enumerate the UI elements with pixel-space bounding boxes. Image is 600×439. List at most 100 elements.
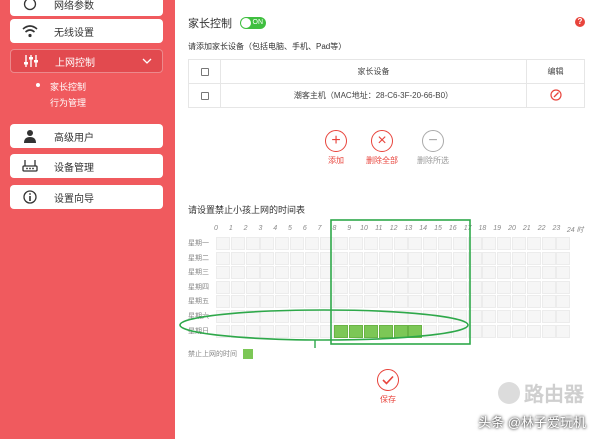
schedule-cell[interactable] [304,237,319,250]
parental-control-toggle[interactable]: ON [240,17,266,29]
schedule-cell[interactable] [216,324,230,338]
schedule-cell[interactable] [526,251,541,265]
schedule-cell[interactable] [467,266,482,280]
schedule-cell[interactable] [304,280,319,294]
schedule-cell[interactable] [216,295,230,309]
schedule-cell[interactable] [275,310,290,323]
schedule-cell[interactable] [497,237,512,250]
schedule-cell[interactable] [290,237,304,250]
schedule-cell[interactable] [452,295,467,309]
edit-icon[interactable] [549,88,562,101]
select-all-checkbox[interactable] [200,67,209,76]
schedule-cell[interactable] [275,295,290,309]
schedule-cell[interactable] [423,324,438,338]
schedule-cell[interactable] [245,266,260,280]
schedule-cell[interactable] [452,280,467,294]
schedule-cell[interactable] [408,237,423,250]
schedule-cell[interactable] [230,280,245,294]
schedule-cell[interactable] [482,295,497,309]
sidebar-item-advanced-user[interactable]: 高级用户 [10,124,163,148]
schedule-cell[interactable] [408,266,423,280]
schedule-cell[interactable] [541,237,556,250]
schedule-cell[interactable] [216,266,230,280]
schedule-cell-blocked[interactable] [334,324,349,338]
schedule-cell[interactable] [497,251,512,265]
schedule-cell[interactable] [245,251,260,265]
schedule-cell[interactable] [319,266,334,280]
schedule-cell[interactable] [349,310,364,323]
schedule-cell[interactable] [245,324,260,338]
schedule-cell[interactable] [556,310,571,323]
schedule-cell[interactable] [378,310,393,323]
schedule-cell[interactable] [512,295,526,309]
schedule-cell[interactable] [541,266,556,280]
schedule-cell[interactable] [304,251,319,265]
schedule-cell[interactable] [334,295,349,309]
schedule-cell[interactable] [438,237,452,250]
schedule-cell[interactable] [393,310,408,323]
schedule-cell[interactable] [260,280,275,294]
schedule-cell[interactable] [526,324,541,338]
schedule-cell[interactable] [467,237,482,250]
schedule-cell[interactable] [230,251,245,265]
schedule-cell[interactable] [378,295,393,309]
sidebar-item-internet-control[interactable]: 上网控制 [10,49,163,73]
schedule-cell[interactable] [230,310,245,323]
schedule-cell[interactable] [319,310,334,323]
schedule-cell[interactable] [290,266,304,280]
sidebar-item-network[interactable]: 网络参数 [10,0,163,16]
help-icon[interactable]: ? [575,17,585,27]
schedule-cell[interactable] [452,266,467,280]
schedule-cell[interactable] [526,237,541,250]
schedule-cell[interactable] [393,266,408,280]
schedule-cell[interactable] [230,266,245,280]
schedule-cell-blocked[interactable] [408,324,423,338]
submenu-parental-control[interactable]: 家长控制 [36,80,86,93]
schedule-cell[interactable] [482,237,497,250]
schedule-cell[interactable] [556,295,571,309]
schedule-cell[interactable] [541,324,556,338]
schedule-cell[interactable] [393,295,408,309]
schedule-cell[interactable] [349,251,364,265]
schedule-cell[interactable] [423,237,438,250]
schedule-cell[interactable] [526,266,541,280]
schedule-cell-blocked[interactable] [378,324,393,338]
schedule-cell[interactable] [364,237,378,250]
schedule-cell[interactable] [378,280,393,294]
schedule-cell[interactable] [378,251,393,265]
schedule-cell[interactable] [408,295,423,309]
schedule-cell[interactable] [512,324,526,338]
schedule-cell[interactable] [393,280,408,294]
schedule-cell[interactable] [260,237,275,250]
schedule-cell[interactable] [482,324,497,338]
schedule-cell[interactable] [497,295,512,309]
schedule-cell[interactable] [408,310,423,323]
schedule-cell[interactable] [438,324,452,338]
schedule-cell[interactable] [349,295,364,309]
schedule-cell[interactable] [497,280,512,294]
schedule-cell[interactable] [275,280,290,294]
schedule-cell[interactable] [260,324,275,338]
schedule-cell[interactable] [438,295,452,309]
schedule-cell[interactable] [526,295,541,309]
schedule-cell[interactable] [452,324,467,338]
schedule-cell[interactable] [423,280,438,294]
schedule-cell[interactable] [526,280,541,294]
schedule-cell[interactable] [467,251,482,265]
schedule-cell[interactable] [393,251,408,265]
schedule-cell[interactable] [364,251,378,265]
schedule-cell[interactable] [319,324,334,338]
schedule-cell[interactable] [349,280,364,294]
schedule-cell-blocked[interactable] [349,324,364,338]
schedule-cell[interactable] [260,251,275,265]
schedule-cell[interactable] [452,251,467,265]
schedule-cell[interactable] [349,237,364,250]
schedule-cell[interactable] [438,310,452,323]
schedule-cell[interactable] [216,251,230,265]
schedule-cell[interactable] [230,295,245,309]
schedule-cell[interactable] [216,310,230,323]
schedule-cell[interactable] [556,237,571,250]
schedule-cell[interactable] [275,251,290,265]
sidebar-item-wireless[interactable]: 无线设置 [10,19,163,43]
schedule-cell[interactable] [245,310,260,323]
